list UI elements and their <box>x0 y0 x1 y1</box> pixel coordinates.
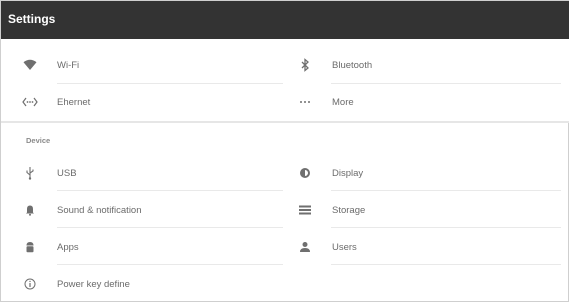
settings-item-label: Ehernet <box>57 96 91 108</box>
settings-item-storage[interactable]: Storage <box>296 200 365 220</box>
divider <box>331 227 561 228</box>
settings-item-label: Sound & notification <box>57 204 142 216</box>
settings-item-label: Wi-Fi <box>57 59 80 71</box>
storage-icon <box>296 203 314 217</box>
user-icon <box>296 240 314 254</box>
settings-item-sound[interactable]: Sound & notification <box>21 200 142 220</box>
info-icon <box>21 277 39 291</box>
settings-item-label: Storage <box>332 204 366 216</box>
section-header-device: Device <box>26 136 51 145</box>
divider <box>57 264 283 265</box>
android-icon <box>21 240 39 254</box>
wireless-section: Wi-Fi Bluetooth Ehernet More <box>1 39 569 121</box>
settings-item-power-key[interactable]: Power key define <box>21 274 130 294</box>
display-icon <box>296 166 314 180</box>
more-icon <box>296 95 314 109</box>
ethernet-icon <box>21 95 39 109</box>
settings-item-label: USB <box>57 167 77 179</box>
settings-window: Settings Wi-Fi Bluetooth Ehernet More De… <box>0 0 569 302</box>
settings-item-label: Apps <box>57 241 79 253</box>
settings-item-bluetooth[interactable]: Bluetooth <box>296 55 372 75</box>
settings-item-users[interactable]: Users <box>296 237 357 257</box>
bluetooth-icon <box>296 58 314 72</box>
usb-icon <box>21 166 39 180</box>
bell-icon <box>21 203 39 217</box>
section-divider <box>1 121 569 123</box>
settings-item-label: Power key define <box>57 278 130 290</box>
settings-item-display[interactable]: Display <box>296 163 363 183</box>
page-title: Settings <box>8 12 56 26</box>
settings-item-usb[interactable]: USB <box>21 163 77 183</box>
divider <box>331 83 561 84</box>
settings-item-ethernet[interactable]: Ehernet <box>21 92 90 112</box>
divider <box>331 264 561 265</box>
settings-item-apps[interactable]: Apps <box>21 237 79 257</box>
divider <box>57 83 283 84</box>
settings-item-label: Bluetooth <box>332 59 373 71</box>
settings-item-label: Users <box>332 241 357 253</box>
settings-item-label: Display <box>332 167 364 179</box>
divider <box>331 190 561 191</box>
settings-item-wifi[interactable]: Wi-Fi <box>21 55 79 75</box>
divider <box>57 227 283 228</box>
settings-item-more[interactable]: More <box>296 92 354 112</box>
settings-item-label: More <box>332 96 354 108</box>
app-bar: Settings <box>1 1 569 39</box>
wifi-icon <box>21 58 39 72</box>
divider <box>57 190 283 191</box>
